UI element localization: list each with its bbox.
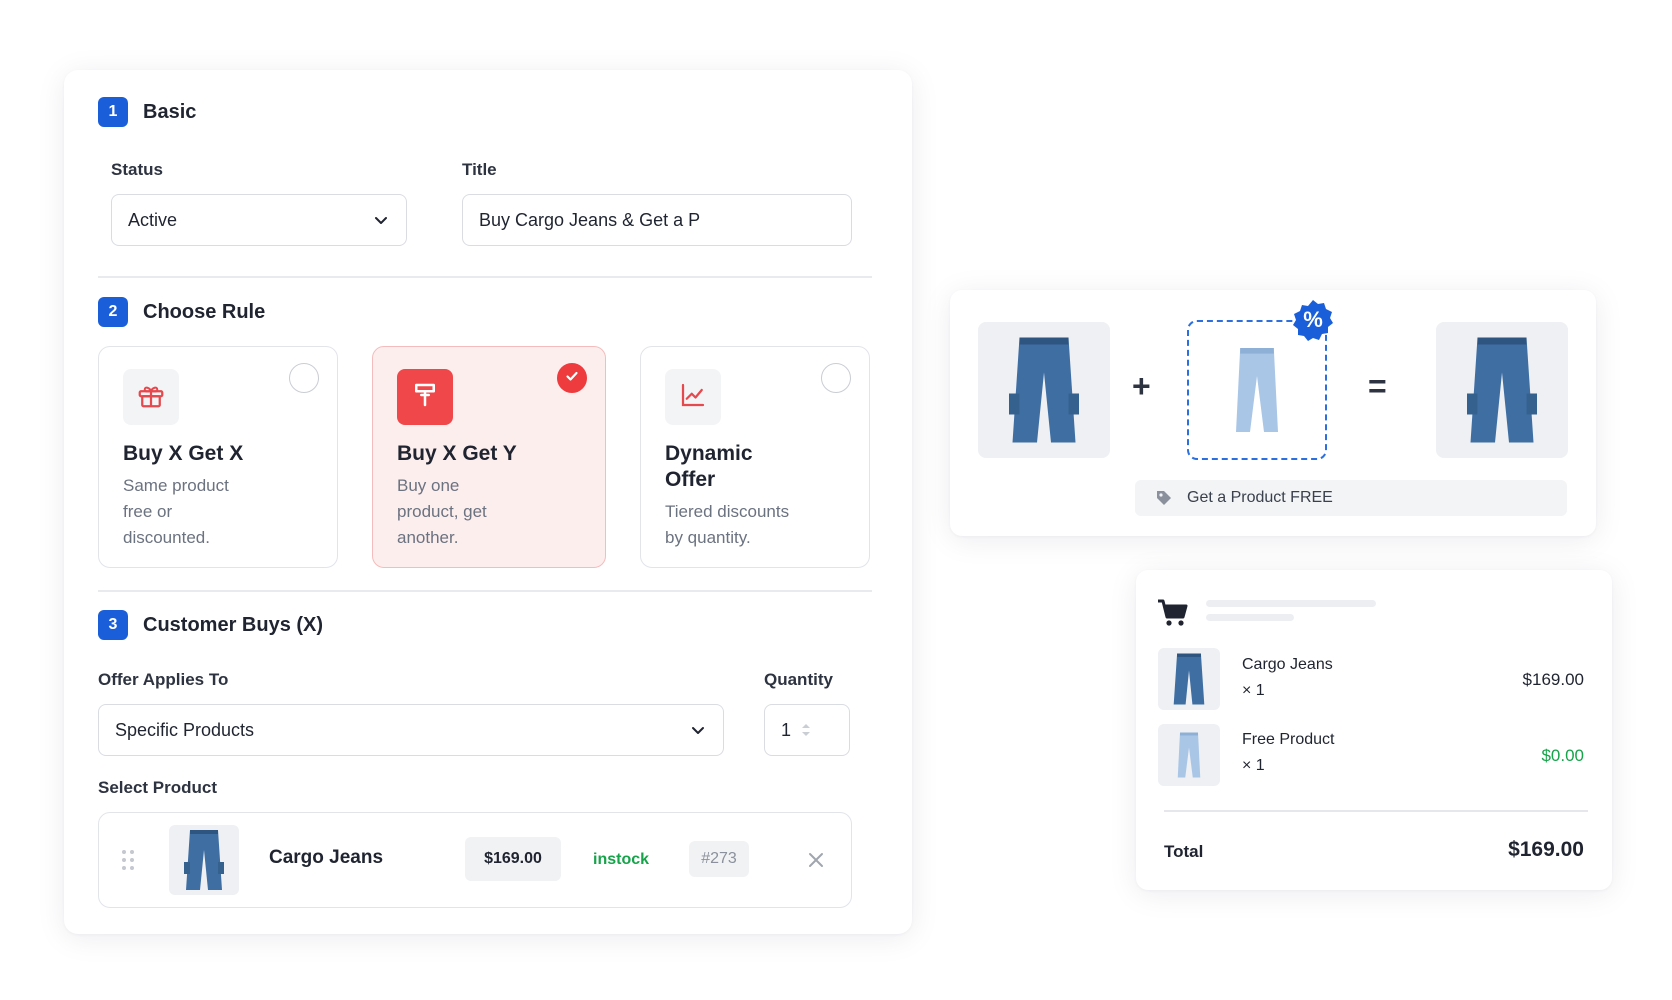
- rule-icon-box: [665, 369, 721, 425]
- cart-summary-panel: Cargo Jeans × 1 $169.00 Free Product × 1…: [1136, 570, 1612, 890]
- cart-item-thumbnail: [1158, 724, 1220, 786]
- light-jeans-icon: [1236, 348, 1278, 432]
- placeholder-line: [1206, 600, 1376, 607]
- section-title-customer: Customer Buys (X): [143, 613, 324, 636]
- select-product-label: Select Product: [98, 778, 218, 797]
- section-title-rule: Choose Rule: [143, 300, 266, 323]
- status-select[interactable]: Active: [111, 194, 407, 246]
- title-input-value: Buy Cargo Jeans & Get a P: [479, 209, 701, 230]
- section-divider: [98, 590, 872, 592]
- rule-desc-line: product, get: [397, 502, 487, 521]
- product-name: Cargo Jeans: [269, 847, 384, 868]
- rule-card-dynamic-offer[interactable]: Dynamic Offer Tiered discounts by quanti…: [640, 346, 870, 568]
- selected-product-row: Cargo Jeans $169.00 instock #273: [98, 812, 852, 908]
- jeans-icon: [1009, 337, 1079, 443]
- rule-desc-line: another.: [397, 528, 459, 547]
- total-value: $169.00: [1508, 838, 1584, 861]
- section-title-basic: Basic: [143, 100, 197, 123]
- status-select-value: Active: [128, 209, 178, 230]
- chevron-down-icon: [372, 211, 390, 229]
- quantity-stepper[interactable]: 1: [764, 704, 850, 756]
- plus-operator: +: [1132, 368, 1151, 404]
- remove-icon[interactable]: [807, 851, 825, 874]
- cart-item-price: $169.00: [1522, 670, 1584, 689]
- product-id-badge: #273: [689, 841, 749, 877]
- section-basic-header: 1 Basic: [98, 97, 196, 127]
- rule-desc-line: free or: [123, 502, 173, 521]
- status-label: Status: [111, 160, 163, 179]
- cart-divider: [1164, 810, 1588, 812]
- quantity-value: 1: [781, 719, 792, 740]
- chevron-down-icon: [689, 721, 707, 739]
- equals-operator: =: [1368, 368, 1387, 404]
- applies-to-value: Specific Products: [115, 719, 255, 740]
- rule-card-buy-x-get-x[interactable]: Buy X Get X Same product free or discoun…: [98, 346, 338, 568]
- rule-title: Buy X Get Y: [397, 442, 517, 465]
- step-badge-2: 2: [98, 297, 128, 327]
- rule-icon-box: [397, 369, 453, 425]
- section-divider: [98, 276, 872, 278]
- section-rule-header: 2 Choose Rule: [98, 297, 265, 327]
- rule-title: Offer: [665, 468, 716, 491]
- jeans-icon: [184, 830, 224, 890]
- cart-item-name: Cargo Jeans: [1242, 656, 1333, 673]
- rule-desc-line: Buy one: [397, 476, 460, 495]
- offer-preview-panel: + % = Get a Product FREE: [950, 290, 1596, 536]
- rule-desc-line: discounted.: [123, 528, 210, 547]
- tag-icon: [1155, 489, 1173, 507]
- rule-desc-line: Tiered discounts: [665, 502, 790, 521]
- gift-icon: [136, 380, 166, 415]
- quantity-label: Quantity: [764, 670, 833, 689]
- cart-icon: [1156, 598, 1190, 633]
- jeans-icon: [1467, 337, 1537, 443]
- free-product-text: Get a Product FREE: [1187, 489, 1333, 506]
- buy-product-image: [978, 322, 1110, 458]
- rule-desc-line: by quantity.: [665, 528, 751, 547]
- applies-to-select[interactable]: Specific Products: [98, 704, 724, 756]
- tag-icon: [410, 380, 440, 415]
- chart-icon: [678, 380, 708, 415]
- free-product-banner: Get a Product FREE: [1135, 480, 1567, 516]
- jeans-icon: [1173, 653, 1205, 705]
- product-thumbnail: [169, 825, 239, 895]
- stock-status: instock: [593, 851, 650, 868]
- rule-radio-checked[interactable]: [557, 363, 587, 393]
- checkmark-icon: [564, 368, 580, 389]
- step-badge-1: 1: [98, 97, 128, 127]
- cart-item-price-free: $0.00: [1541, 746, 1584, 765]
- spinner-arrows-icon[interactable]: [801, 723, 811, 737]
- rule-card-buy-x-get-y[interactable]: Buy X Get Y Buy one product, get another…: [372, 346, 606, 568]
- applies-to-label: Offer Applies To: [98, 670, 229, 689]
- offer-config-panel: 1 Basic Status Active Title Buy Cargo Je…: [64, 70, 912, 934]
- cart-item-qty: × 1: [1242, 682, 1265, 699]
- drag-handle-icon[interactable]: [121, 849, 135, 876]
- cart-item-qty: × 1: [1242, 757, 1265, 774]
- section-customer-header: 3 Customer Buys (X): [98, 610, 323, 640]
- rule-radio[interactable]: [821, 363, 851, 393]
- step-badge-3: 3: [98, 610, 128, 640]
- product-price-badge: $169.00: [465, 837, 561, 881]
- discount-badge: %: [1290, 298, 1336, 344]
- rule-icon-box: [123, 369, 179, 425]
- title-input[interactable]: Buy Cargo Jeans & Get a P: [462, 194, 852, 246]
- result-product-image: [1436, 322, 1568, 458]
- rule-radio[interactable]: [289, 363, 319, 393]
- total-label: Total: [1164, 842, 1204, 861]
- cart-item-name: Free Product: [1242, 731, 1335, 748]
- badge-text: %: [1303, 307, 1323, 332]
- placeholder-line: [1206, 614, 1294, 621]
- title-label: Title: [462, 160, 497, 179]
- rule-title: Buy X Get X: [123, 442, 244, 465]
- rule-title: Dynamic: [665, 442, 753, 465]
- light-jeans-icon: [1177, 732, 1201, 778]
- cart-item-thumbnail: [1158, 648, 1220, 710]
- rule-desc-line: Same product: [123, 476, 229, 495]
